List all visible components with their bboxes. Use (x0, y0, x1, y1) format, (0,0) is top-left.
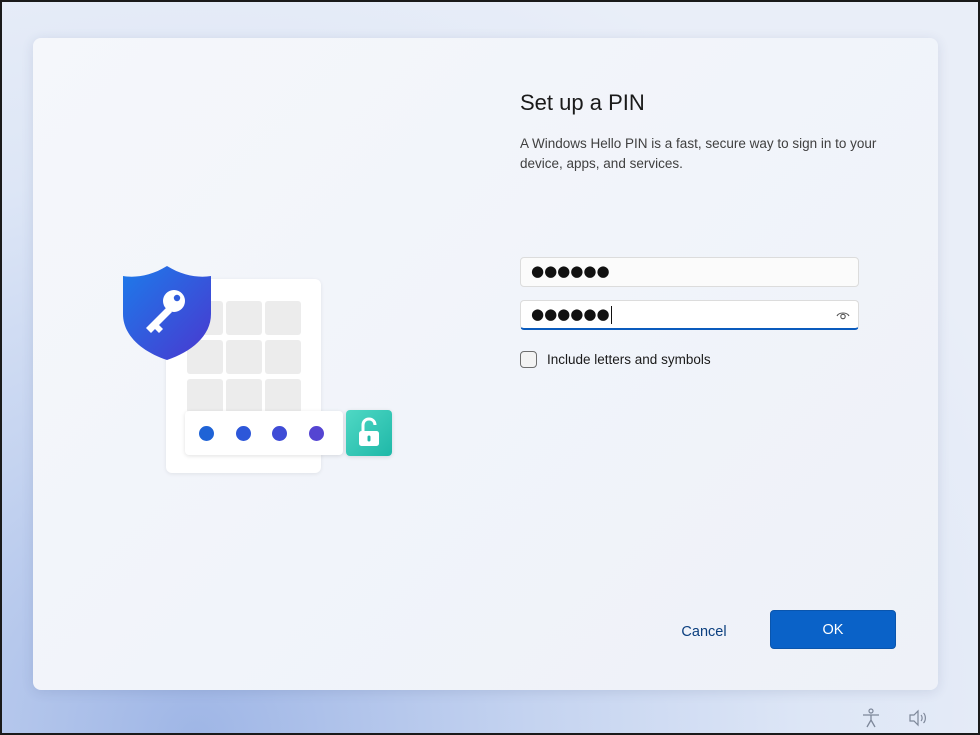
confirm-pin-input-value: ●●●●●● (531, 305, 612, 324)
pin-illustration (121, 264, 401, 479)
keypad-key (265, 301, 301, 335)
accessibility-icon[interactable] (860, 708, 882, 728)
key-shield-icon (123, 266, 211, 360)
ok-button[interactable]: OK (770, 610, 896, 649)
eye-icon[interactable] (836, 309, 850, 321)
page-description: A Windows Hello PIN is a fast, secure wa… (520, 136, 877, 171)
text-caret (610, 305, 612, 324)
pin-input[interactable]: ●●●●●● (520, 257, 859, 287)
keypad-key (265, 379, 301, 413)
pin-dot (236, 426, 251, 441)
setup-pin-dialog: Set up a PIN A Windows Hello PIN is a fa… (33, 38, 938, 690)
include-letters-label[interactable]: Include letters and symbols (547, 352, 711, 367)
keypad-key (226, 301, 262, 335)
include-letters-checkbox[interactable] (520, 350, 537, 368)
keypad-key (226, 379, 262, 413)
pin-dots-bar (185, 411, 343, 455)
pin-dot (309, 426, 324, 441)
pin-dot (272, 426, 287, 441)
pin-dot (199, 426, 214, 441)
page-title: Set up a PIN (520, 90, 645, 115)
unlocked-padlock-icon (346, 410, 392, 456)
cancel-button[interactable]: Cancel (661, 618, 747, 646)
keypad-key (226, 340, 262, 374)
volume-icon[interactable] (907, 708, 929, 728)
confirm-pin-input[interactable]: ●●●●●● (520, 300, 859, 330)
include-letters-row[interactable]: Include letters and symbols (520, 349, 711, 369)
pin-input-value: ●●●●●● (531, 262, 610, 280)
keypad-key (187, 379, 223, 413)
keypad-key (265, 340, 301, 374)
